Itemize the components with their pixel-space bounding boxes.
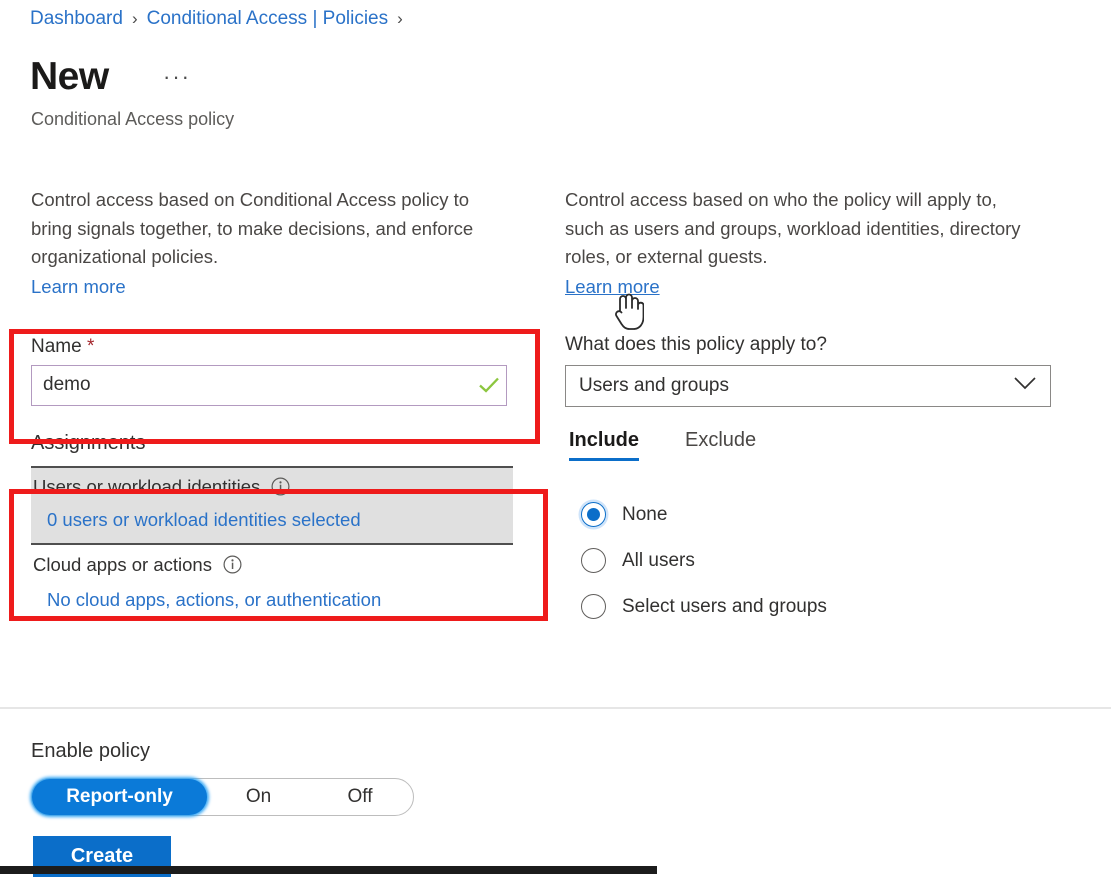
- name-field-group: Name *: [31, 336, 531, 406]
- assignment-row-title-text: Cloud apps or actions: [33, 554, 212, 576]
- bottom-command-bar: [0, 866, 657, 874]
- radio-option-select-users-and-groups[interactable]: Select users and groups: [565, 584, 1065, 630]
- toggle-option-on[interactable]: On: [207, 779, 310, 815]
- radio-dot-icon: [587, 508, 600, 521]
- more-options-icon[interactable]: ···: [163, 64, 191, 90]
- radio-icon[interactable]: [581, 502, 606, 527]
- toggle-option-report-only[interactable]: Report-only: [32, 779, 207, 815]
- enable-policy-label: Enable policy: [31, 740, 150, 763]
- enable-policy-toggle-group: Report-only On Off: [31, 778, 414, 816]
- tab-exclude[interactable]: Exclude: [685, 429, 756, 461]
- assignment-row-value-link[interactable]: No cloud apps, actions, or authenticatio…: [31, 589, 513, 611]
- toggle-option-off[interactable]: Off: [310, 779, 410, 815]
- name-input[interactable]: [32, 366, 472, 405]
- page-subtitle: Conditional Access policy: [31, 109, 234, 130]
- name-input-wrapper[interactable]: [31, 365, 507, 406]
- radio-icon[interactable]: [581, 594, 606, 619]
- include-exclude-tabs: Include Exclude: [565, 429, 1065, 461]
- radio-icon[interactable]: [581, 548, 606, 573]
- assignment-row-title-text: Users or workload identities: [33, 476, 260, 498]
- scope-radio-group: None All users Select users and groups: [565, 492, 1065, 630]
- assignment-row-users-or-workload-identities[interactable]: Users or workload identities 0 users or …: [31, 468, 513, 543]
- breadcrumb-item-dashboard[interactable]: Dashboard: [30, 8, 123, 30]
- assignment-row-cloud-apps-or-actions[interactable]: Cloud apps or actions No cloud apps, act…: [31, 545, 513, 611]
- left-learn-more-link[interactable]: Learn more: [31, 276, 126, 298]
- validation-check-icon: [472, 372, 506, 398]
- chevron-down-icon[interactable]: [1012, 375, 1038, 397]
- required-asterisk: *: [87, 336, 94, 357]
- breadcrumb-separator-icon: ›: [132, 9, 138, 29]
- policy-scope-select[interactable]: Users and groups: [565, 365, 1051, 407]
- radio-label: All users: [622, 550, 695, 572]
- tab-include[interactable]: Include: [569, 429, 639, 461]
- breadcrumb: Dashboard › Conditional Access | Policie…: [30, 8, 412, 30]
- name-label-text: Name: [31, 336, 82, 357]
- right-description: Control access based on who the policy w…: [565, 186, 1025, 272]
- policy-scope-question: What does this policy apply to?: [565, 334, 1065, 356]
- left-column: Control access based on Conditional Acce…: [31, 186, 531, 611]
- right-learn-more-link[interactable]: Learn more: [565, 276, 660, 298]
- info-icon[interactable]: [223, 555, 242, 574]
- left-description: Control access based on Conditional Acce…: [31, 186, 486, 272]
- footer-divider: [0, 707, 1111, 709]
- name-field-label: Name *: [31, 336, 531, 358]
- assignment-row-value-link[interactable]: 0 users or workload identities selected: [31, 509, 513, 531]
- page-title: New: [30, 54, 109, 100]
- breadcrumb-separator-icon: ›: [397, 9, 403, 29]
- assignments-heading: Assignments: [31, 432, 531, 455]
- radio-label: Select users and groups: [622, 596, 827, 618]
- info-icon[interactable]: [271, 477, 290, 496]
- breadcrumb-item-conditional-access-policies[interactable]: Conditional Access | Policies: [147, 8, 389, 30]
- assignment-row-title: Users or workload identities: [31, 476, 513, 498]
- policy-scope-selected-value: Users and groups: [579, 375, 729, 397]
- radio-option-none[interactable]: None: [565, 492, 1065, 538]
- right-column: Control access based on who the policy w…: [565, 186, 1065, 630]
- radio-option-all-users[interactable]: All users: [565, 538, 1065, 584]
- radio-label: None: [622, 504, 667, 526]
- assignment-row-title: Cloud apps or actions: [31, 554, 513, 576]
